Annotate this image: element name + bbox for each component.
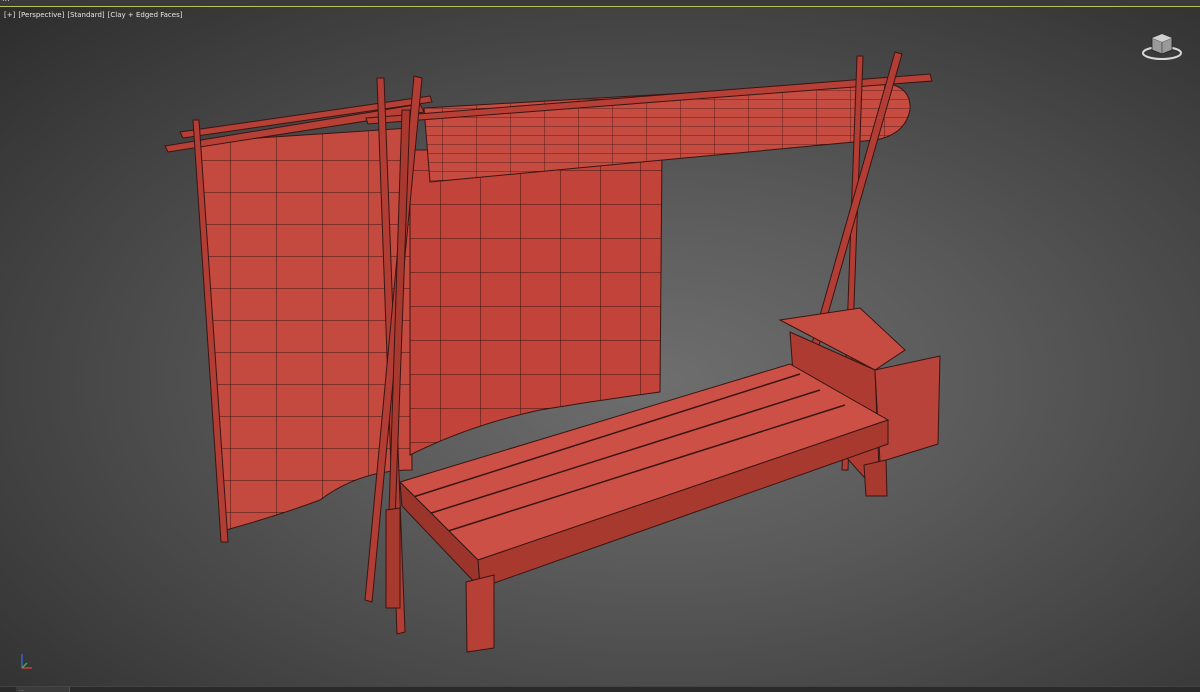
perspective-viewport[interactable]: ... [+][Perspective][Standard][Clay + Ed…: [0, 0, 1200, 692]
scene-render[interactable]: [0, 0, 1200, 692]
status-tab[interactable]: ...: [16, 687, 70, 692]
viewcube-icon[interactable]: [1140, 30, 1184, 62]
back-cloth-mesh[interactable]: [409, 149, 663, 456]
axis-tripod-icon: [21, 654, 32, 669]
status-bar: ...: [0, 686, 1200, 692]
